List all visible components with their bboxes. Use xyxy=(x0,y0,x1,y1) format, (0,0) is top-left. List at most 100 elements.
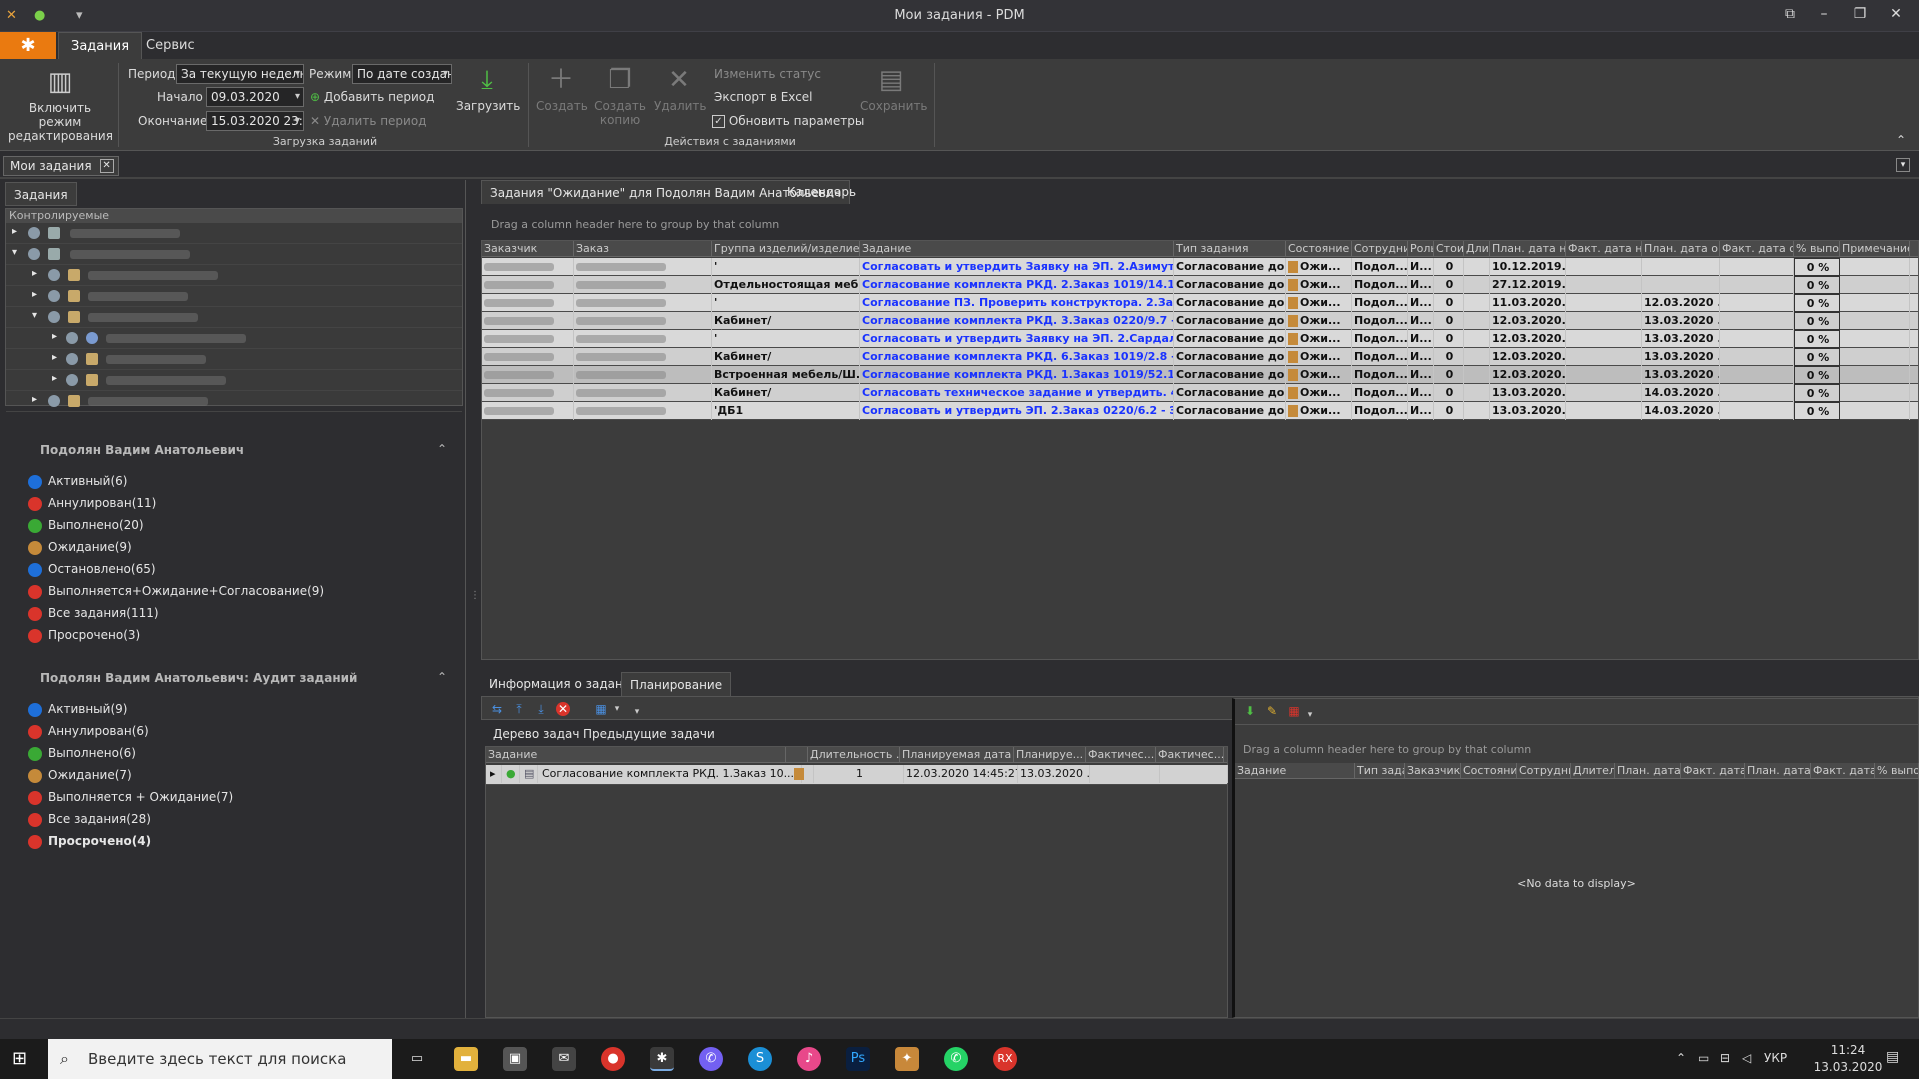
mail-icon[interactable]: ✉ xyxy=(552,1047,576,1071)
column-header[interactable]: Состояние xyxy=(1286,241,1352,257)
column-header[interactable]: Факт. дата xyxy=(1811,763,1875,779)
column-header[interactable]: План. дата око xyxy=(1642,241,1720,257)
dropdown-icon[interactable]: ▾ xyxy=(610,702,624,716)
tab-tasks[interactable]: Задания xyxy=(58,32,143,59)
chrome-icon[interactable]: ● xyxy=(601,1047,625,1071)
close-icon[interactable]: ✕ xyxy=(1884,6,1908,22)
column-header[interactable]: Фактичес... xyxy=(1156,747,1224,763)
skype-icon[interactable]: S xyxy=(748,1047,772,1071)
tree-node[interactable]: ▸ xyxy=(6,265,462,286)
column-header[interactable]: Дли xyxy=(1464,241,1490,257)
app-menu-button[interactable]: ✱ xyxy=(0,32,56,59)
column-header[interactable]: Фактичес... xyxy=(1086,747,1156,763)
cell-task[interactable]: Согласовать и утвердить ЭП. 2.Заказ 0220… xyxy=(860,402,1174,420)
status-filter-item[interactable]: Выполняется + Ожидание(7) xyxy=(28,788,233,806)
more-icon[interactable]: ▾ xyxy=(630,705,644,719)
table-row[interactable]: 'ДБ1 Согласовать и утвердить ЭП. 2.Заказ … xyxy=(482,402,1918,420)
status-filter-item[interactable]: Просрочено(3) xyxy=(28,626,140,644)
tab-calendar[interactable]: Календарь xyxy=(779,180,864,204)
column-header[interactable]: План. дата на xyxy=(1490,241,1566,257)
status-filter-item[interactable]: Аннулирован(11) xyxy=(28,494,156,512)
column-header[interactable]: Заказ xyxy=(574,241,712,257)
status-filter-item[interactable]: Ожидание(7) xyxy=(28,766,132,784)
column-header[interactable]: % выпо xyxy=(1875,763,1919,779)
change-status-button[interactable]: Изменить статус xyxy=(714,67,821,81)
status-filter-item[interactable]: Активный(9) xyxy=(28,700,127,718)
whatsapp-icon[interactable]: ✆ xyxy=(944,1047,968,1071)
add-period-button[interactable]: ⊕ Добавить период xyxy=(310,90,434,104)
column-header[interactable]: Задание xyxy=(1235,763,1355,779)
column-header[interactable]: Факт. дата ок xyxy=(1720,241,1794,257)
tree-node[interactable]: ▾ xyxy=(6,307,462,328)
cell-task[interactable]: Согласование комплекта РКД. 6.Заказ 1019… xyxy=(860,348,1174,366)
column-header[interactable]: Тип зада xyxy=(1355,763,1405,779)
status-filter-item[interactable]: Все задания(111) xyxy=(28,604,159,622)
subtab-task-tree[interactable]: Дерево задач xyxy=(485,722,587,746)
end-date-field[interactable]: 15.03.2020 23:5 xyxy=(206,111,304,131)
column-header[interactable]: План. дата н xyxy=(1615,763,1681,779)
dropdown-icon[interactable]: ▾ xyxy=(1896,158,1910,172)
mode-select[interactable]: По дате создан xyxy=(352,64,452,84)
more-icon[interactable]: ▾ xyxy=(1303,708,1317,722)
period-select[interactable]: За текущую неделю xyxy=(176,64,304,84)
tab-service[interactable]: Сервис xyxy=(134,32,207,59)
tree-node[interactable]: ▸ xyxy=(6,391,462,412)
column-header[interactable] xyxy=(786,747,808,763)
column-header[interactable]: Планируемая дата ... xyxy=(900,747,1014,763)
tab-tasks-panel[interactable]: Задания xyxy=(5,182,77,206)
tab-planning[interactable]: Планирование xyxy=(621,672,732,696)
column-header[interactable]: Сотрудник xyxy=(1352,241,1408,257)
column-header[interactable]: Группа изделий/изделие xyxy=(712,241,860,257)
tray-battery-icon[interactable]: ▭ xyxy=(1698,1051,1709,1065)
tray-chevron-icon[interactable]: ⌃ xyxy=(1676,1051,1686,1065)
column-header[interactable]: Стои xyxy=(1434,241,1464,257)
file-explorer-icon[interactable]: ▬ xyxy=(454,1047,478,1071)
start-date-field[interactable]: 09.03.2020 xyxy=(206,87,304,107)
cell-task[interactable]: Согласование комплекта РКД. 2.Заказ 1019… xyxy=(860,276,1174,294)
column-header[interactable]: Сотрудни xyxy=(1517,763,1571,779)
link-icon[interactable]: ⇆ xyxy=(490,702,504,716)
table-row[interactable]: ' Согласовать и утвердить Заявку на ЭП. 2… xyxy=(482,258,1918,276)
column-header[interactable]: Состояни xyxy=(1461,763,1517,779)
clock-time[interactable]: 11:24 xyxy=(1818,1043,1878,1057)
status-filter-item[interactable]: Выполняется+Ожидание+Согласование(9) xyxy=(28,582,324,600)
view-options-icon[interactable]: ▦ xyxy=(594,702,608,716)
pdm-app-icon[interactable]: ✱ xyxy=(650,1047,674,1071)
arrow-down-icon[interactable]: ⬇ xyxy=(1243,704,1257,718)
tree-node[interactable]: ▸ xyxy=(6,286,462,307)
column-header[interactable]: Планируе... xyxy=(1014,747,1086,763)
status-filter-item[interactable]: Остановлено(65) xyxy=(28,560,156,578)
cell-task[interactable]: Согласовать и утвердить Заявку на ЭП. 2.… xyxy=(860,330,1174,348)
status-filter-item[interactable]: Выполнено(20) xyxy=(28,516,144,534)
column-header[interactable]: Заказчик xyxy=(482,241,574,257)
collapse-section-icon[interactable]: ⌃ xyxy=(437,442,447,456)
create-copy-button[interactable]: ❐ Создать копию xyxy=(592,65,648,127)
status-filter-item[interactable]: Аннулирован(6) xyxy=(28,722,149,740)
table-row[interactable]: Встроенная мебель/Ш... Согласование компл… xyxy=(482,366,1918,384)
create-button[interactable]: ＋ Создать xyxy=(536,65,588,113)
photoshop-icon[interactable]: Ps xyxy=(846,1047,870,1071)
cell-task[interactable]: Согласовать и утвердить Заявку на ЭП. 2.… xyxy=(860,258,1174,276)
doc-tab-my-tasks[interactable]: Мои задания ✕ xyxy=(3,156,119,176)
save-button[interactable]: ▤ Сохранить xyxy=(860,65,928,113)
cell-task[interactable]: Согласование комплекта РКД. 1.Заказ 1019… xyxy=(860,366,1174,384)
column-header[interactable]: Роль xyxy=(1408,241,1434,257)
collapse-section-icon[interactable]: ⌃ xyxy=(437,670,447,684)
status-filter-item[interactable]: Ожидание(9) xyxy=(28,538,132,556)
ribbon-display-icon[interactable]: ⧉ xyxy=(1778,6,1802,22)
update-params-checkbox[interactable]: ✓ Обновить параметры xyxy=(712,114,864,128)
rx-app-icon[interactable]: RX xyxy=(993,1047,1017,1071)
taskbar-search-input[interactable]: ⌕ Введите здесь текст для поиска xyxy=(48,1039,392,1079)
tree-node[interactable]: ▾ xyxy=(6,244,462,265)
export-excel-button[interactable]: Экспорт в Excel xyxy=(714,90,813,104)
expand-icon[interactable]: ▸ xyxy=(488,765,502,783)
subtab-previous-tasks[interactable]: Предыдущие задачи xyxy=(575,722,723,746)
minimize-icon[interactable]: – xyxy=(1812,6,1836,22)
app-icon[interactable]: ✦ xyxy=(895,1047,919,1071)
column-header[interactable]: Примечание xyxy=(1840,241,1910,257)
windows-start-icon[interactable]: ⊞ xyxy=(12,1048,27,1069)
column-header[interactable]: Факт. дата xyxy=(1681,763,1745,779)
status-filter-item[interactable]: Все задания(28) xyxy=(28,810,151,828)
store-icon[interactable]: ▣ xyxy=(503,1047,527,1071)
music-icon[interactable]: ♪ xyxy=(797,1047,821,1071)
